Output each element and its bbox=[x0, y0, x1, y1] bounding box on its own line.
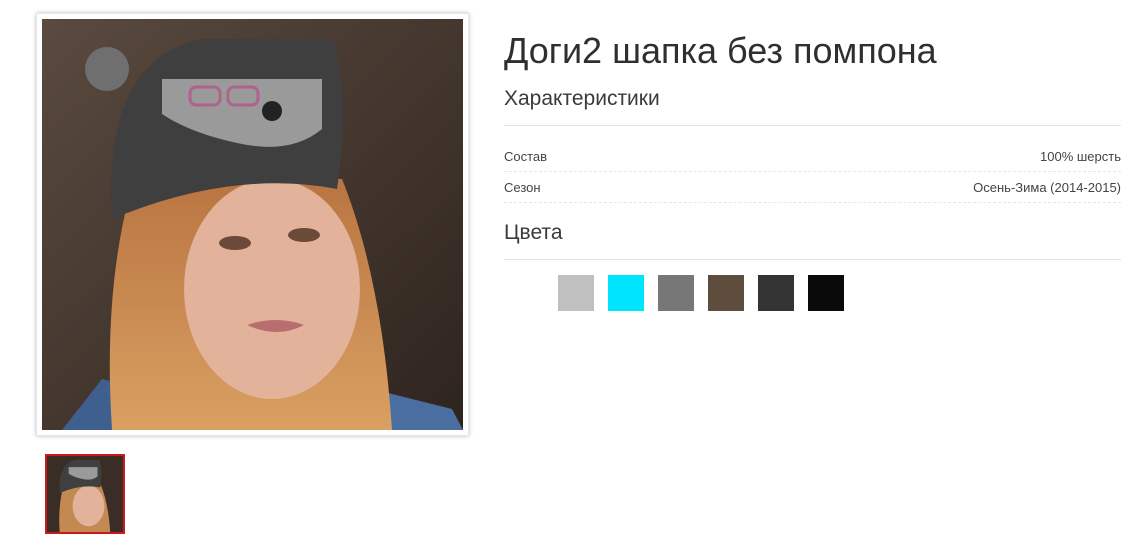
characteristic-label: Сезон bbox=[504, 180, 541, 195]
colors-divider bbox=[504, 259, 1121, 260]
color-swatch[interactable] bbox=[558, 275, 594, 311]
main-product-image-frame bbox=[36, 13, 469, 436]
characteristics-divider bbox=[504, 125, 1121, 126]
product-thumbnail[interactable] bbox=[45, 454, 125, 534]
color-swatch[interactable] bbox=[508, 275, 544, 311]
color-swatch[interactable] bbox=[758, 275, 794, 311]
main-product-image[interactable] bbox=[42, 19, 463, 430]
color-swatch[interactable] bbox=[708, 275, 744, 311]
characteristic-row-composition: Состав 100% шерсть bbox=[504, 141, 1121, 172]
color-swatch[interactable] bbox=[608, 275, 644, 311]
characteristic-value: Осень-Зима (2014-2015) bbox=[973, 180, 1121, 195]
characteristics-heading: Характеристики bbox=[504, 87, 660, 110]
characteristic-value: 100% шерсть bbox=[1040, 149, 1121, 164]
characteristic-label: Состав bbox=[504, 149, 548, 164]
color-swatches bbox=[508, 275, 844, 311]
product-title: Доги2 шапка без помпона bbox=[504, 30, 937, 71]
color-swatch[interactable] bbox=[658, 275, 694, 311]
colors-heading: Цвета bbox=[504, 221, 563, 244]
characteristic-row-season: Сезон Осень-Зима (2014-2015) bbox=[504, 172, 1121, 203]
color-swatch[interactable] bbox=[808, 275, 844, 311]
